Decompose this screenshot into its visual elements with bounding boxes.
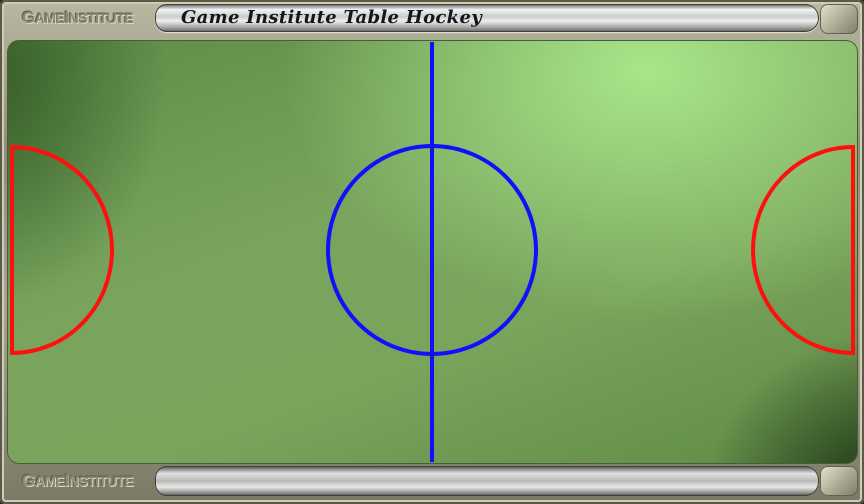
hockey-rink[interactable] bbox=[7, 40, 858, 464]
game-institute-logo-bottom: GAMEINSTITUTE bbox=[22, 471, 134, 490]
game-window: GAMEINSTITUTE Game Institute Table Hocke… bbox=[0, 0, 864, 504]
window-corner-button[interactable] bbox=[820, 4, 858, 34]
window-corner-cap-bottom bbox=[820, 466, 858, 496]
title-bar[interactable]: Game Institute Table Hockey bbox=[155, 4, 819, 32]
right-goal-crease bbox=[751, 144, 855, 356]
game-institute-logo: GAMEINSTITUTE bbox=[22, 8, 134, 27]
left-goal-crease bbox=[10, 144, 114, 356]
rink-markings bbox=[10, 42, 855, 462]
window-title: Game Institute Table Hockey bbox=[181, 7, 482, 28]
status-bar bbox=[155, 466, 819, 496]
